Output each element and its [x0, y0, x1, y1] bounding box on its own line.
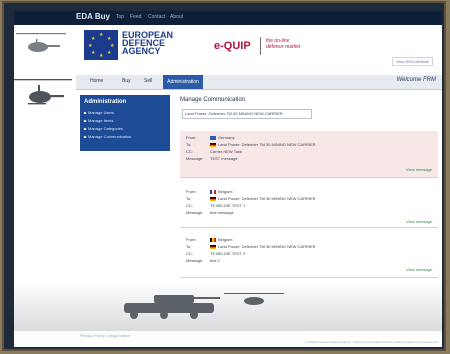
message-label: Message:: [186, 258, 204, 263]
bottom-military-illustration: [14, 281, 442, 331]
footer-copyright: © 2008 European Defence Agency - Welcome…: [304, 340, 438, 344]
agency-line-3: AGENCY: [122, 46, 161, 56]
cc-value: Carrier NEW Tank: [210, 149, 243, 154]
from-value: Belgium: [218, 237, 233, 242]
from-value: Germany: [218, 135, 235, 140]
bullet-icon: [84, 120, 86, 122]
nav-buy[interactable]: Buy: [122, 78, 131, 84]
agency-name: EUROPEAN DEFENCE AGENCY: [122, 31, 173, 56]
to-value: Land Power: Defender TM 30 MINING NEW CA…: [218, 244, 316, 249]
to-label: To:: [186, 196, 192, 201]
germany-flag-icon: [210, 143, 216, 147]
from-label: From:: [186, 135, 197, 140]
germany-flag-icon: [210, 245, 216, 249]
page-title: Manage Communication: [180, 97, 246, 103]
nav-home[interactable]: Home: [90, 78, 103, 84]
main-content: Manage Communication Land Power: Defende…: [176, 95, 438, 285]
sidebar-item-categories[interactable]: Manage Categories: [88, 126, 123, 131]
monitor-frame: EDA Buy Top Feed Contact About ★ ★ ★ ★ ★…: [4, 3, 444, 349]
bullet-icon: [84, 112, 86, 114]
cc-label: CC:: [186, 251, 193, 256]
view-message-link[interactable]: View message: [406, 267, 432, 272]
bullet-icon: [84, 128, 86, 130]
top-link-about[interactable]: About: [170, 14, 183, 20]
cc-label: CC:: [186, 149, 193, 154]
eda-logo-icon: ★ ★ ★ ★ ★ ★ ★ ★: [84, 30, 118, 60]
top-link-contact[interactable]: Contact: [148, 14, 165, 20]
top-link-top[interactable]: Top: [116, 14, 124, 20]
eda-website-button[interactable]: View EDA Website: [392, 57, 434, 66]
sidebar-item-items[interactable]: Manage Items: [88, 118, 113, 123]
product-logo: e-QUIP: [214, 40, 251, 52]
france-flag-icon: [210, 190, 216, 194]
tagline-line-2: defence market: [266, 44, 301, 50]
bullet-icon: [84, 136, 86, 138]
to-label: To:: [186, 244, 192, 249]
message-value: test message: [210, 210, 234, 215]
germany-flag-icon: [210, 197, 216, 201]
sidebar-title: Administration: [84, 99, 127, 105]
sweden-flag-icon: [210, 136, 216, 140]
nav-administration[interactable]: Administration: [163, 75, 203, 89]
message-card: From: To: CC: Message: Belgium Land Powe…: [180, 233, 438, 278]
from-value: Belgium: [218, 189, 233, 194]
message-value: test 2: [210, 258, 220, 263]
sidebar-item-users[interactable]: Manage Users: [88, 110, 114, 115]
to-label: To:: [186, 142, 192, 147]
message-card: From: To: CC: Message: Germany Land Powe…: [180, 131, 438, 178]
view-message-link[interactable]: View message: [406, 167, 432, 172]
item-select[interactable]: Land Power: Defender TM-30 MINING NEW CA…: [182, 109, 312, 119]
welcome-label: Welcome FRM: [396, 77, 436, 83]
sidebar-item-communication[interactable]: Manage Communication: [88, 134, 131, 139]
from-label: From:: [186, 237, 197, 242]
main-navigation: Home Buy Sell Administration Welcome FRM: [76, 75, 442, 90]
view-message-link[interactable]: View message: [406, 219, 432, 224]
footer-links[interactable]: Privacy Policy | Legal Notice: [80, 333, 130, 338]
belgium-flag-icon: [210, 238, 216, 242]
browser-screen: EDA Buy Top Feed Contact About ★ ★ ★ ★ ★…: [14, 11, 442, 347]
top-brand: EDA Buy: [76, 12, 110, 21]
cc-value: TE BELGIE TEST 1: [210, 203, 246, 208]
product-tagline: the on-line defence market: [266, 38, 300, 50]
from-label: From:: [186, 189, 197, 194]
message-label: Message:: [186, 210, 204, 215]
top-navigation-bar: EDA Buy Top Feed Contact About: [14, 11, 442, 25]
cc-label: CC:: [186, 203, 193, 208]
nav-sell[interactable]: Sell: [144, 78, 152, 84]
to-value: Land Power: Defender TM 30 MINING NEW CA…: [218, 142, 316, 147]
attack-helicopter-illustration: [14, 79, 72, 105]
message-label: Message:: [186, 156, 204, 161]
header-divider: [260, 37, 261, 55]
top-link-feed[interactable]: Feed: [130, 14, 141, 20]
cc-value: TE BELGIE TEST 2: [210, 251, 246, 256]
to-value: Land Power: Defender TM 30 MINING NEW CA…: [218, 196, 316, 201]
message-value: TEST message: [210, 156, 238, 161]
admin-sidebar: Administration Manage Users Manage Items…: [80, 95, 170, 151]
site-header: ★ ★ ★ ★ ★ ★ ★ ★ EUROPEAN DEFENCE AGENCY …: [14, 25, 442, 75]
message-card: From: To: CC: Message: Belgium Land Powe…: [180, 185, 438, 228]
site-footer: Privacy Policy | Legal Notice © 2008 Eur…: [14, 331, 442, 347]
